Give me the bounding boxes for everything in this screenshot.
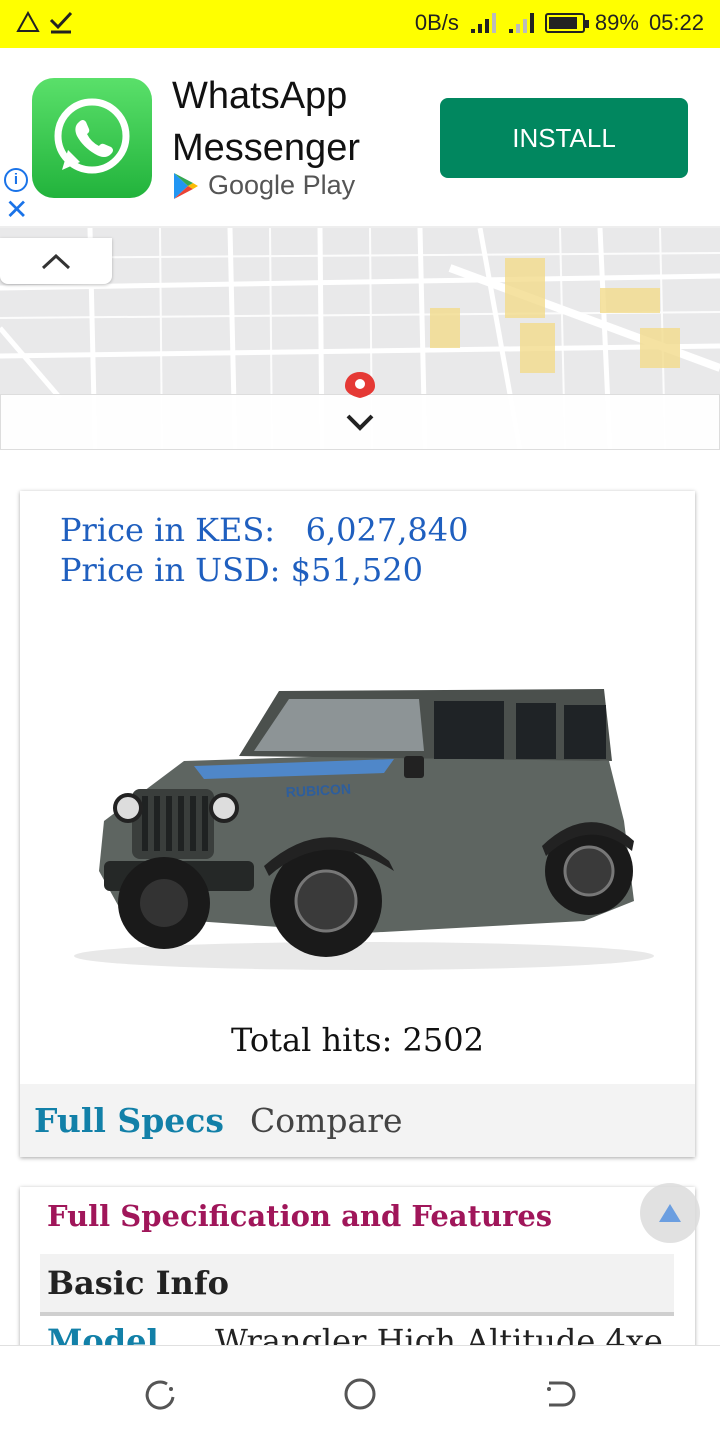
ad-close-icon[interactable]: ✕ [5,196,28,224]
scroll-to-top-button[interactable] [640,1183,700,1243]
battery-percent: 89% [594,10,639,35]
map-expand-bar[interactable] [0,394,720,450]
price-kes: Price in KES: 6,027,840 [60,511,468,549]
price-kes-label: Price in KES: [60,511,276,549]
price-usd-label: Price in USD: [60,551,281,589]
car-image[interactable]: RUBICON [64,671,664,991]
chevron-up-icon [41,253,71,270]
status-bar: 0B/s 89% 05:22 [0,0,720,48]
home-button[interactable] [340,1374,380,1414]
recents-button[interactable] [140,1374,180,1414]
map-pin-icon[interactable] [343,370,377,398]
back-button[interactable] [540,1374,580,1414]
chevron-down-icon[interactable] [344,412,376,432]
install-button[interactable]: INSTALL [440,98,688,178]
ad-store-label: Google Play [208,170,356,200]
clock: 05:22 [648,10,704,35]
ad-info-icon[interactable]: i [4,168,28,192]
section-basic-info: Basic Info [40,1254,674,1316]
arrow-up-icon [659,1204,681,1222]
ad-banner[interactable]: WhatsApp Messenger Google Play INSTALL i… [0,48,720,228]
card-tabs: Full Specs Compare [20,1084,695,1157]
system-nav-bar [0,1345,720,1440]
battery-icon [544,13,589,33]
signal-icon [470,13,496,33]
map-collapse-button[interactable] [0,238,112,284]
ad-app-name[interactable]: WhatsApp Messenger [172,70,412,174]
signal-icon [508,13,534,33]
back-icon [547,1381,576,1407]
download-check-icon [49,11,73,34]
recents-icon [145,1380,175,1410]
specs-title: Full Specification and Features [47,1199,553,1233]
price-usd-value: $51,520 [290,551,423,589]
tab-full-specs[interactable]: Full Specs [34,1101,224,1140]
car-badge-text: RUBICON [285,781,351,800]
home-icon [344,1378,376,1410]
price-card: Price in KES: 6,027,840 Price in USD: $5… [20,491,695,1157]
whatsapp-logo-icon[interactable] [32,78,152,198]
total-hits: Total hits: 2502 [231,1021,484,1059]
price-kes-value: 6,027,840 [305,511,469,549]
google-play-icon [174,172,198,199]
map-view[interactable] [0,228,720,450]
net-speed: 0B/s [414,10,459,35]
price-usd: Price in USD: $51,520 [60,551,423,589]
ad-store: Google Play [172,170,355,201]
tab-compare[interactable]: Compare [250,1101,403,1140]
warning-icon [16,11,40,32]
